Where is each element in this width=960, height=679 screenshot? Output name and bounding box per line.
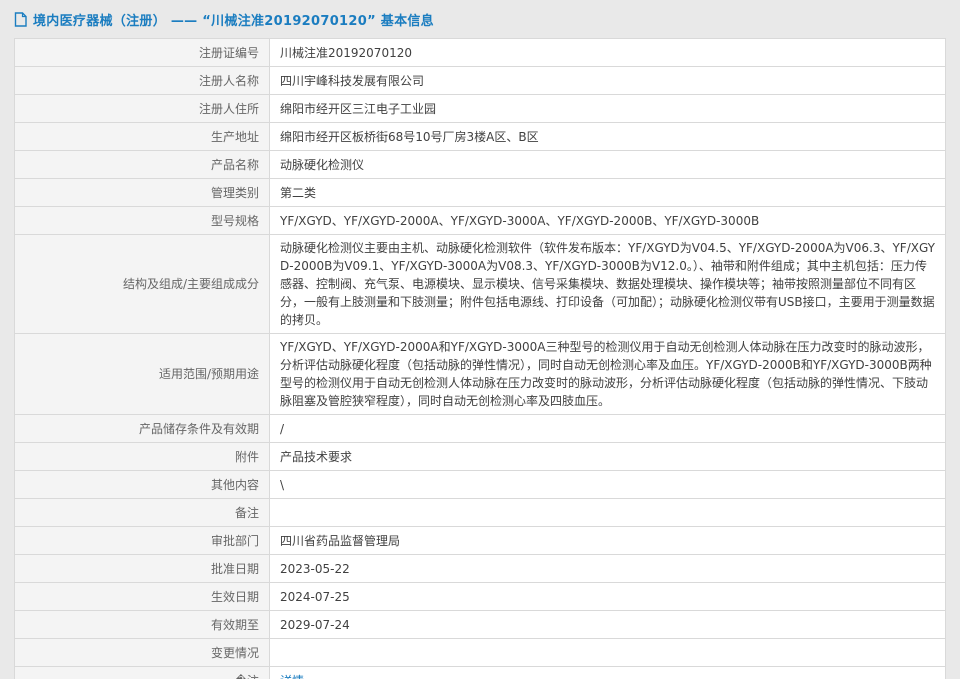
info-table-body: 注册证编号 川械注准20192070120 注册人名称 四川宇峰科技发展有限公司… bbox=[15, 39, 946, 679]
row-value: YF/XGYD、YF/XGYD-2000A和YF/XGYD-3000A三种型号的… bbox=[270, 334, 946, 415]
row-label: 变更情况 bbox=[15, 639, 270, 667]
row-value: 2029-07-24 bbox=[270, 611, 946, 639]
row-value bbox=[270, 499, 946, 527]
row-value: 2023-05-22 bbox=[270, 555, 946, 583]
page-title: 境内医疗器械（注册） —— “川械注准20192070120” 基本信息 bbox=[33, 10, 434, 29]
table-row: 备注 bbox=[15, 499, 946, 527]
row-label: 附件 bbox=[15, 443, 270, 471]
row-value bbox=[270, 639, 946, 667]
table-row: 变更情况 bbox=[15, 639, 946, 667]
table-row: 附件 产品技术要求 bbox=[15, 443, 946, 471]
page: 境内医疗器械（注册） —— “川械注准20192070120” 基本信息 注册证… bbox=[0, 0, 960, 679]
row-label: 管理类别 bbox=[15, 179, 270, 207]
row-value: 动脉硬化检测仪主要由主机、动脉硬化检测软件（软件发布版本：YF/XGYD为V04… bbox=[270, 235, 946, 334]
table-row: 其他内容 \ bbox=[15, 471, 946, 499]
table-row: 管理类别 第二类 bbox=[15, 179, 946, 207]
row-value: 动脉硬化检测仪 bbox=[270, 151, 946, 179]
row-label: 产品名称 bbox=[15, 151, 270, 179]
row-label: 结构及组成/主要组成成分 bbox=[15, 235, 270, 334]
row-value: 四川宇峰科技发展有限公司 bbox=[270, 67, 946, 95]
row-label: 生产地址 bbox=[15, 123, 270, 151]
table-row: 型号规格 YF/XGYD、YF/XGYD-2000A、YF/XGYD-3000A… bbox=[15, 207, 946, 235]
table-row: 审批部门 四川省药品监督管理局 bbox=[15, 527, 946, 555]
table-row: 适用范围/预期用途 YF/XGYD、YF/XGYD-2000A和YF/XGYD-… bbox=[15, 334, 946, 415]
row-label: 适用范围/预期用途 bbox=[15, 334, 270, 415]
row-label: 有效期至 bbox=[15, 611, 270, 639]
table-row: 注册人住所 绵阳市经开区三江电子工业园 bbox=[15, 95, 946, 123]
document-icon bbox=[14, 12, 27, 27]
table-row: 注册人名称 四川宇峰科技发展有限公司 bbox=[15, 67, 946, 95]
row-label: 审批部门 bbox=[15, 527, 270, 555]
registration-info-table: 注册证编号 川械注准20192070120 注册人名称 四川宇峰科技发展有限公司… bbox=[14, 38, 946, 679]
row-value: 绵阳市经开区三江电子工业园 bbox=[270, 95, 946, 123]
table-row: 结构及组成/主要组成成分 动脉硬化检测仪主要由主机、动脉硬化检测软件（软件发布版… bbox=[15, 235, 946, 334]
table-row: 产品储存条件及有效期 / bbox=[15, 415, 946, 443]
row-label: 备注 bbox=[15, 499, 270, 527]
row-value: \ bbox=[270, 471, 946, 499]
row-label: 批准日期 bbox=[15, 555, 270, 583]
row-label: �注 bbox=[15, 667, 270, 679]
table-row: 有效期至 2029-07-24 bbox=[15, 611, 946, 639]
table-row: 注册证编号 川械注准20192070120 bbox=[15, 39, 946, 67]
row-value: 产品技术要求 bbox=[270, 443, 946, 471]
row-value: YF/XGYD、YF/XGYD-2000A、YF/XGYD-3000A、YF/X… bbox=[270, 207, 946, 235]
table-row: 生产地址 绵阳市经开区板桥街68号10号厂房3楼A区、B区 bbox=[15, 123, 946, 151]
row-value: 详情 bbox=[270, 667, 946, 679]
table-row: 批准日期 2023-05-22 bbox=[15, 555, 946, 583]
page-header: 境内医疗器械（注册） —— “川械注准20192070120” 基本信息 bbox=[14, 7, 946, 38]
row-value: / bbox=[270, 415, 946, 443]
row-value: 2024-07-25 bbox=[270, 583, 946, 611]
table-row: 产品名称 动脉硬化检测仪 bbox=[15, 151, 946, 179]
row-value: 第二类 bbox=[270, 179, 946, 207]
table-row: 生效日期 2024-07-25 bbox=[15, 583, 946, 611]
row-label: 产品储存条件及有效期 bbox=[15, 415, 270, 443]
detail-link[interactable]: 详情 bbox=[280, 674, 304, 679]
row-value: 川械注准20192070120 bbox=[270, 39, 946, 67]
row-value: 四川省药品监督管理局 bbox=[270, 527, 946, 555]
row-label: 注册证编号 bbox=[15, 39, 270, 67]
row-label: 型号规格 bbox=[15, 207, 270, 235]
row-label: 生效日期 bbox=[15, 583, 270, 611]
row-label: 注册人住所 bbox=[15, 95, 270, 123]
row-value: 绵阳市经开区板桥街68号10号厂房3楼A区、B区 bbox=[270, 123, 946, 151]
table-row: �注 详情 bbox=[15, 667, 946, 679]
row-label: 其他内容 bbox=[15, 471, 270, 499]
row-label: 注册人名称 bbox=[15, 67, 270, 95]
